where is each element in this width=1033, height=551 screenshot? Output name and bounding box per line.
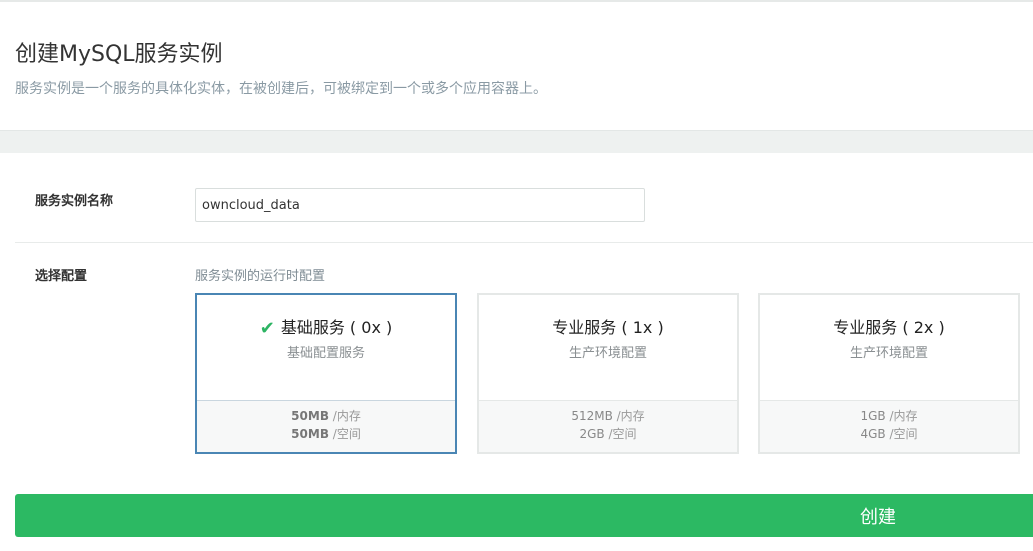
plan-desc: 生产环境配置: [568, 346, 647, 361]
plan-disk-value: 4GB: [860, 427, 886, 441]
plan-disk: 2GB /空间: [479, 425, 737, 443]
page-header: 创建MySQL服务实例 服务实例是一个服务的具体化实体，在被创建后，可被绑定到一…: [0, 2, 1033, 130]
plan-disk-value: 2GB: [579, 427, 605, 441]
plan-memory: 1GB /内存: [760, 407, 1018, 425]
plan-name-row: 专业服务 ( 1x ): [479, 314, 737, 338]
plan-name: 专业服务 ( 2x ): [833, 318, 945, 337]
form-divider: [15, 242, 1033, 243]
plan-card-pro-2x[interactable]: 专业服务 ( 2x ) 生产环境配置 1GB /内存 4GB /空间: [758, 293, 1020, 454]
page-subtitle: 服务实例是一个服务的具体化实体，在被创建后，可被绑定到一个或多个应用容器上。: [15, 81, 547, 97]
plan-specs: 1GB /内存 4GB /空间: [760, 400, 1018, 452]
plan-card-pro-1x[interactable]: 专业服务 ( 1x ) 生产环境配置 512MB /内存 2GB /空间: [477, 293, 739, 454]
plan-name: 基础服务 ( 0x ): [280, 318, 393, 337]
plan-memory-value: 50MB: [291, 409, 329, 423]
plan-memory-value: 1GB: [860, 409, 886, 423]
plan-card-top: 专业服务 ( 2x ) 生产环境配置: [760, 295, 1018, 400]
plan-specs: 512MB /内存 2GB /空间: [479, 400, 737, 452]
create-button[interactable]: 创建: [15, 494, 1033, 537]
plan-disk-unit: /空间: [604, 427, 637, 441]
plan-memory-value: 512MB: [571, 409, 613, 423]
plan-disk: 4GB /空间: [760, 425, 1018, 443]
plan-name-row: ✔ 基础服务 ( 0x ): [197, 314, 455, 339]
config-hint: 服务实例的运行时配置: [195, 269, 326, 284]
create-mysql-instance-page: 创建MySQL服务实例 服务实例是一个服务的具体化实体，在被创建后，可被绑定到一…: [0, 0, 1033, 551]
plan-disk: 50MB /空间: [197, 425, 455, 443]
check-icon: ✔: [259, 318, 275, 339]
plan-memory-unit: /内存: [328, 409, 361, 423]
instance-name-label: 服务实例名称: [35, 194, 114, 209]
plan-card-top: 专业服务 ( 1x ) 生产环境配置: [479, 295, 737, 400]
plan-specs: 50MB /内存 50MB /空间: [197, 400, 455, 452]
plan-memory-unit: /内存: [612, 409, 645, 423]
page-title: 创建MySQL服务实例: [15, 42, 223, 67]
plan-desc: 基础配置服务: [286, 346, 365, 361]
plan-memory: 50MB /内存: [197, 407, 455, 425]
instance-name-input[interactable]: [195, 188, 645, 222]
plan-card-top: ✔ 基础服务 ( 0x ) 基础配置服务: [197, 295, 455, 400]
config-label: 选择配置: [35, 269, 88, 284]
plan-name: 专业服务 ( 1x ): [552, 318, 664, 337]
plan-desc: 生产环境配置: [849, 346, 928, 361]
plan-memory: 512MB /内存: [479, 407, 737, 425]
plan-memory-unit: /内存: [885, 409, 918, 423]
plan-name-row: 专业服务 ( 2x ): [760, 314, 1018, 338]
plan-disk-unit: /空间: [328, 427, 361, 441]
section-separator: [0, 130, 1033, 153]
plan-card-basic[interactable]: ✔ 基础服务 ( 0x ) 基础配置服务 50MB /内存 50MB /空间: [195, 293, 457, 454]
plan-disk-unit: /空间: [885, 427, 918, 441]
plan-disk-value: 50MB: [291, 427, 329, 441]
